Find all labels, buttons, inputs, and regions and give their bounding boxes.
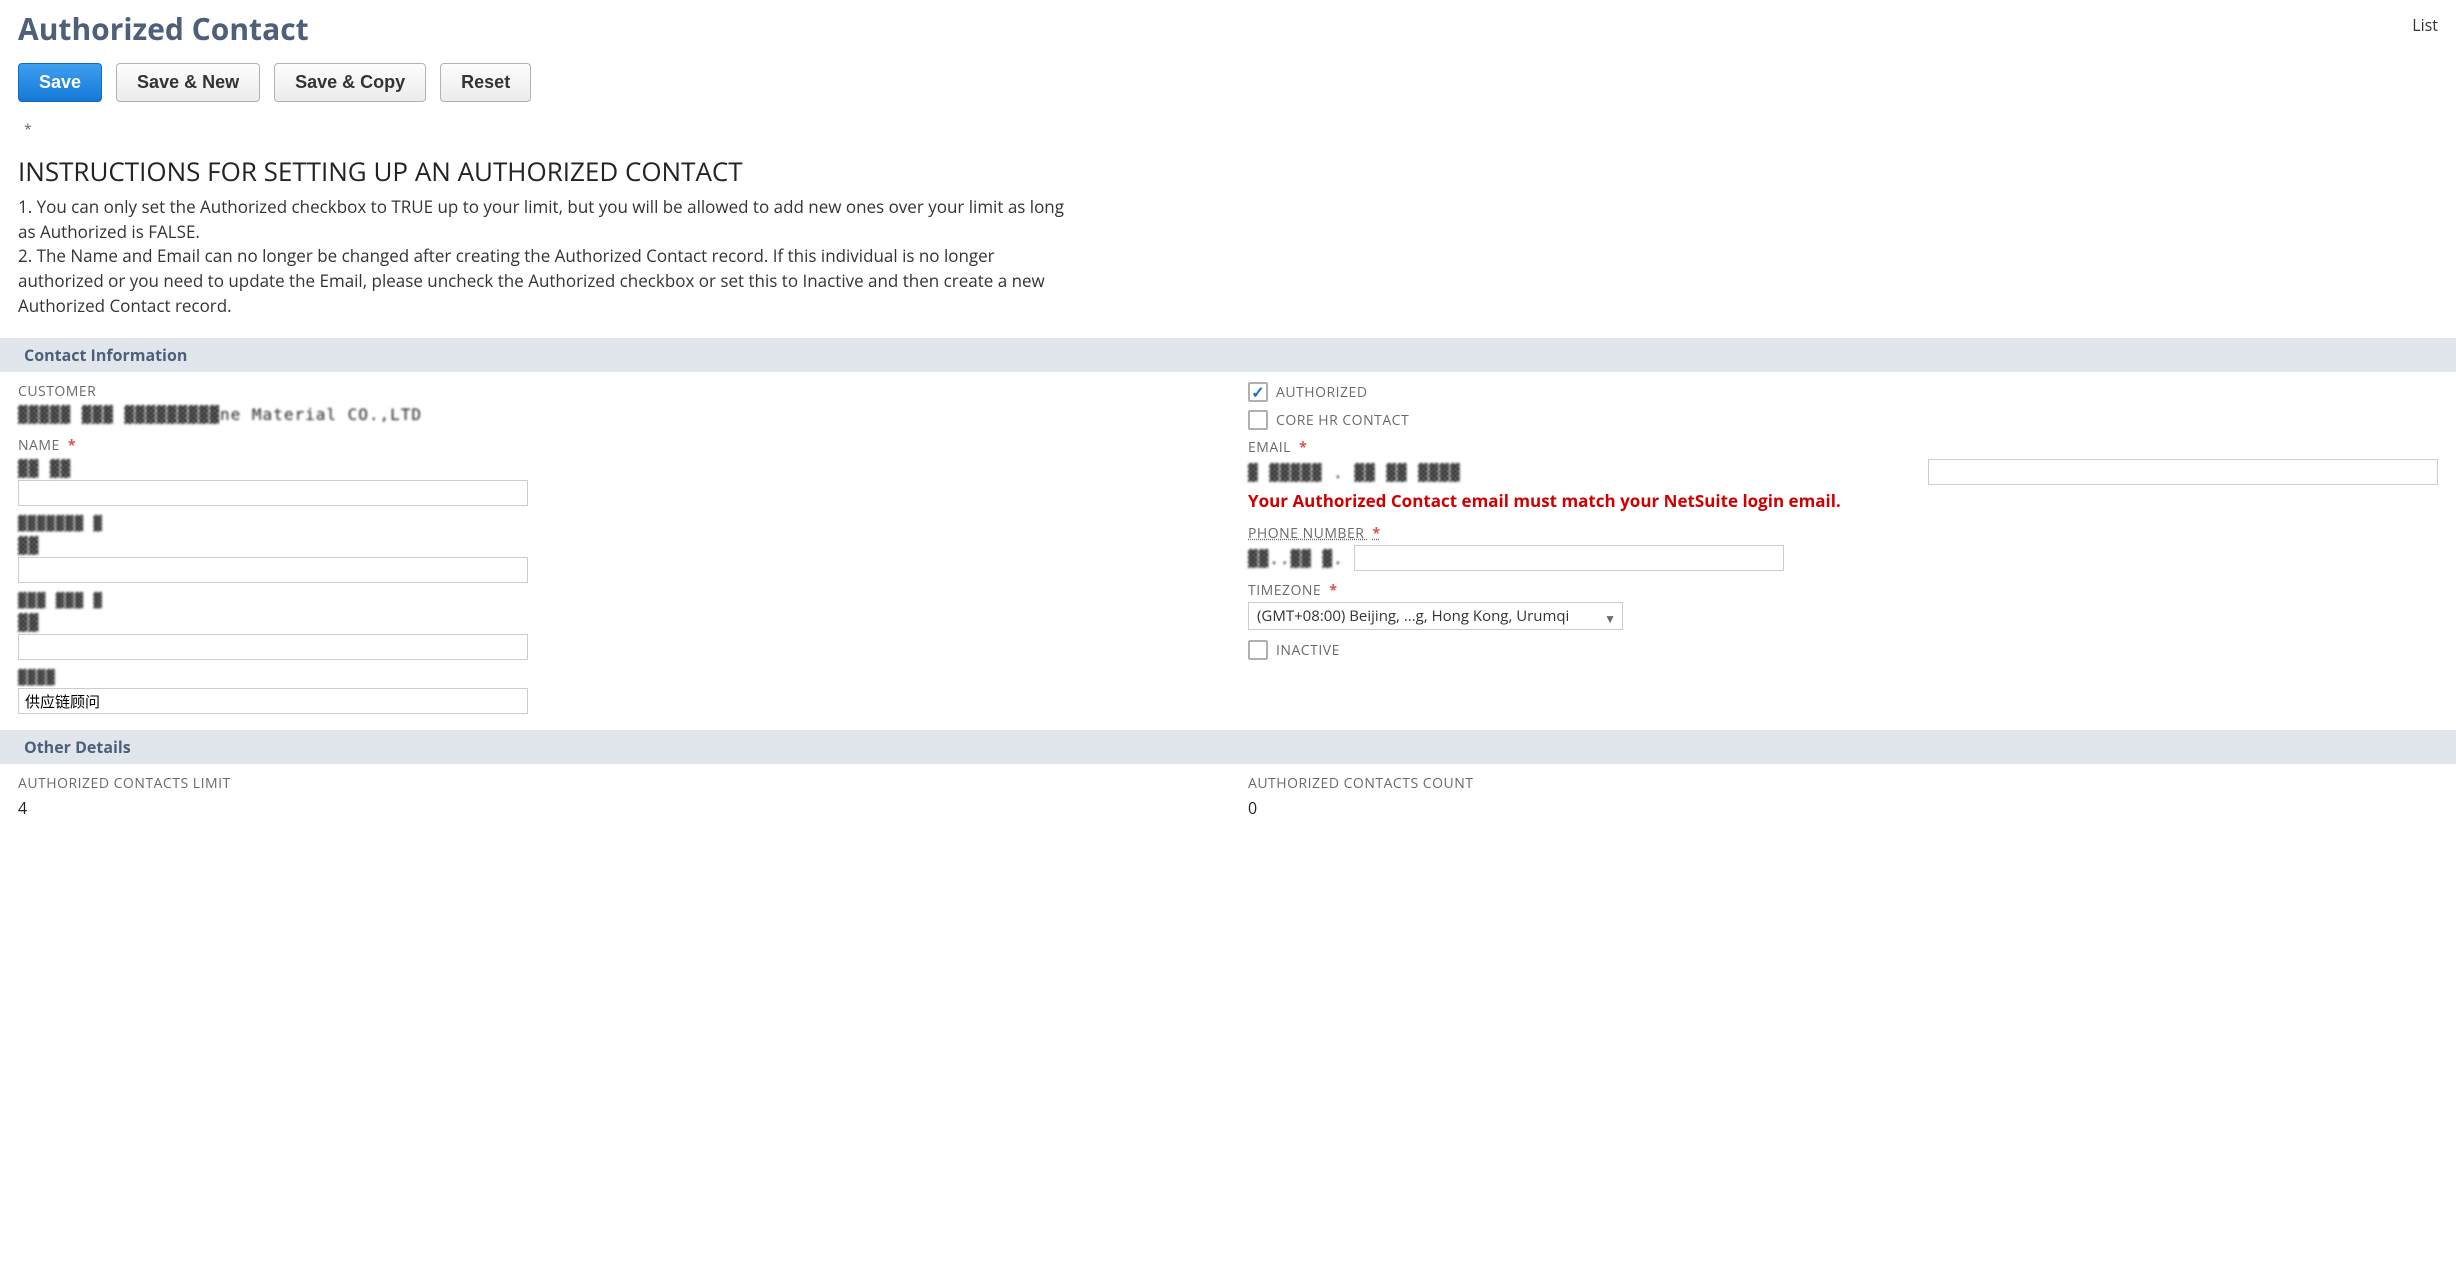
email-warning: Your Authorized Contact email must match… xyxy=(1248,489,2438,512)
core-hr-contact-checkbox[interactable] xyxy=(1248,410,1268,430)
contact-left-column: CUSTOMER ▓▓▓▓▓ ▓▓▓ ▓▓▓▓▓▓▓▓▓ne Material … xyxy=(18,382,1208,724)
name-input[interactable] xyxy=(18,480,528,506)
save-and-new-button[interactable]: Save & New xyxy=(116,63,260,102)
auth-contacts-limit-value: 4 xyxy=(18,795,1208,821)
auth-contacts-count-value: 0 xyxy=(1248,795,2438,821)
instruction-line-2: 2. The Name and Email can no longer be c… xyxy=(18,244,1068,318)
inactive-checkbox[interactable] xyxy=(1248,640,1268,660)
email-value: ▓ ▓▓▓▓▓ . ▓▓ ▓▓ ▓▓▓▓ xyxy=(1248,461,1908,484)
save-and-copy-button[interactable]: Save & Copy xyxy=(274,63,426,102)
reset-button[interactable]: Reset xyxy=(440,63,531,102)
authorized-checkbox[interactable] xyxy=(1248,382,1268,402)
inactive-label: INACTIVE xyxy=(1276,641,1340,660)
instructions-body: 1. You can only set the Authorized check… xyxy=(18,195,1068,318)
save-button[interactable]: Save xyxy=(18,63,102,102)
auth-contacts-limit-label: AUTHORIZED CONTACTS LIMIT xyxy=(18,774,1208,793)
field3-input[interactable] xyxy=(18,634,528,660)
list-link[interactable]: List xyxy=(2412,8,2438,36)
field4-label: ▓▓▓▓ xyxy=(18,670,1208,686)
required-star: * xyxy=(1299,438,1307,457)
contact-right-column: AUTHORIZED CORE HR CONTACT EMAIL * ▓ ▓▓▓… xyxy=(1248,382,2438,724)
phone-label: PHONE NUMBER * xyxy=(1248,524,2438,543)
instruction-line-1: 1. You can only set the Authorized check… xyxy=(18,195,1068,244)
field2-input[interactable] xyxy=(18,557,528,583)
auth-contacts-count-label: AUTHORIZED CONTACTS COUNT xyxy=(1248,774,2438,793)
required-star: * xyxy=(1329,581,1337,600)
field2-value: ▓▓ xyxy=(18,534,1208,557)
action-button-row: Save Save & New Save & Copy Reset xyxy=(18,63,2438,102)
core-hr-contact-label: CORE HR CONTACT xyxy=(1276,411,1409,430)
section-other-details: Other Details xyxy=(0,730,2456,764)
authorized-label: AUTHORIZED xyxy=(1276,383,1367,402)
timezone-label: TIMEZONE * xyxy=(1248,581,2438,600)
page-title: Authorized Contact xyxy=(18,8,309,49)
email-secondary-input[interactable] xyxy=(1928,459,2438,485)
field4-input[interactable] xyxy=(18,688,528,714)
instructions-heading: INSTRUCTIONS FOR SETTING UP AN AUTHORIZE… xyxy=(18,153,2438,189)
phone-value: ▓▓..▓▓ ▓. xyxy=(1248,547,1344,570)
field3-label: ▓▓▓ ▓▓▓ ▓ xyxy=(18,593,1208,609)
name-label: NAME * xyxy=(18,436,1208,455)
customer-value: ▓▓▓▓▓ ▓▓▓ ▓▓▓▓▓▓▓▓▓ne Material CO.,LTD xyxy=(18,403,1208,426)
required-star: * xyxy=(1373,524,1381,543)
timezone-value: (GMT+08:00) Beijing, ...g, Hong Kong, Ur… xyxy=(1257,606,1569,626)
chevron-down-icon: ▼ xyxy=(1604,609,1616,629)
timezone-select[interactable]: (GMT+08:00) Beijing, ...g, Hong Kong, Ur… xyxy=(1248,602,1623,630)
field3-value: ▓▓ xyxy=(18,611,1208,634)
required-indicator: * xyxy=(24,120,2438,139)
name-value: ▓▓ ▓▓ xyxy=(18,457,1208,480)
section-contact-information: Contact Information xyxy=(0,338,2456,372)
email-label: EMAIL * xyxy=(1248,438,2438,457)
phone-input[interactable] xyxy=(1354,545,1784,571)
customer-label: CUSTOMER xyxy=(18,382,1208,401)
required-star: * xyxy=(68,436,76,455)
field2-label: ▓▓▓▓▓▓▓ ▓ xyxy=(18,516,1208,532)
